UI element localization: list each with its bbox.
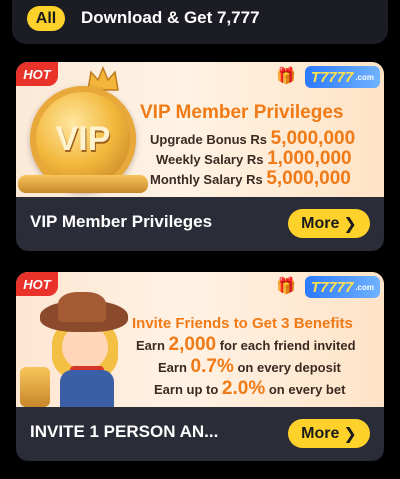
banner-heading: VIP Member Privileges: [140, 102, 344, 123]
brand-logo: T7777 .com: [304, 66, 380, 88]
coins-icon: [18, 175, 148, 193]
banner-line: Earn 2,000 for each friend invited: [136, 334, 356, 355]
top-bar: All Download & Get 7,777: [12, 0, 388, 44]
banner-line: Weekly Salary Rs 1,000,000: [156, 148, 352, 169]
banner-line: Earn up to 2.0% on every bet: [154, 378, 346, 399]
card-footer: VIP Member Privileges More ❯: [16, 197, 384, 251]
more-button[interactable]: More ❯: [288, 209, 370, 238]
banner-line: Upgrade Bonus Rs 5,000,000: [150, 128, 356, 149]
invite-banner[interactable]: HOT 🎁 T7777 .com Invite Friends to Get 3 …: [16, 272, 384, 407]
top-bar-title: Download & Get 7,777: [81, 8, 260, 27]
more-button-label: More: [301, 214, 340, 232]
promo-card-invite: HOT 🎁 T7777 .com Invite Friends to Get 3 …: [16, 272, 384, 461]
gift-icon: 🎁: [276, 68, 296, 85]
more-button[interactable]: More ❯: [288, 419, 370, 448]
cowgirl-mascot-icon: [36, 290, 136, 407]
more-button-label: More: [301, 424, 340, 442]
banner-heading: Invite Friends to Get 3 Benefits: [132, 315, 353, 332]
vip-banner[interactable]: HOT 🎁 T7777 .com VIP VIP Member Privilege…: [16, 62, 384, 197]
promo-card-vip: HOT 🎁 T7777 .com VIP VIP Member Privilege…: [16, 62, 384, 251]
gift-icon: 🎁: [276, 278, 296, 295]
banner-line: Monthly Salary Rs 5,000,000: [150, 168, 351, 189]
filter-all-button[interactable]: All: [27, 6, 65, 31]
chevron-right-icon: ❯: [343, 425, 357, 443]
card-title: VIP Member Privileges: [30, 212, 213, 231]
brand-logo: T7777 .com: [304, 276, 380, 298]
banner-line: Earn 0.7% on every deposit: [158, 356, 341, 377]
chevron-right-icon: ❯: [343, 215, 357, 233]
card-title: INVITE 1 PERSON AN...: [30, 422, 219, 441]
coins-icon: [20, 367, 50, 407]
card-footer: INVITE 1 PERSON AN... More ❯: [16, 407, 384, 461]
hot-badge: HOT: [16, 62, 58, 86]
